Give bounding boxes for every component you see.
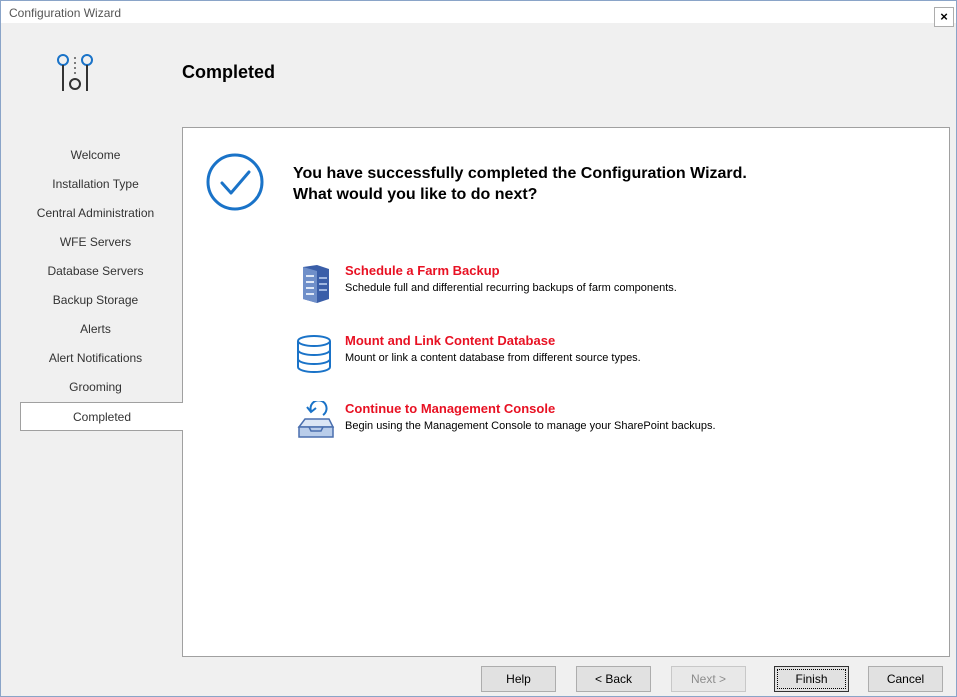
mount-link-database-link[interactable]: Mount and Link Content Database bbox=[345, 333, 555, 348]
nav-item-completed[interactable]: Completed bbox=[20, 402, 183, 431]
nav-item-grooming[interactable]: Grooming bbox=[9, 373, 182, 402]
nav-item-central-administration[interactable]: Central Administration bbox=[9, 199, 182, 228]
wizard-steps-icon bbox=[57, 54, 93, 91]
content-panel: You have successfully completed the Conf… bbox=[182, 127, 950, 657]
completion-heading-line2: What would you like to do next? bbox=[293, 186, 538, 203]
nav-item-backup-storage[interactable]: Backup Storage bbox=[9, 286, 182, 315]
nav-item-alert-notifications[interactable]: Alert Notifications bbox=[9, 344, 182, 373]
console-tray-icon bbox=[297, 401, 335, 438]
wizard-steps-nav: Welcome Installation Type Central Admini… bbox=[9, 141, 183, 431]
schedule-farm-backup-description: Schedule full and differential recurring… bbox=[345, 282, 677, 294]
page-title: Completed bbox=[182, 62, 276, 82]
nav-item-welcome[interactable]: Welcome bbox=[9, 141, 182, 170]
nav-item-database-servers[interactable]: Database Servers bbox=[9, 257, 182, 286]
nav-item-installation-type[interactable]: Installation Type bbox=[9, 170, 182, 199]
next-button[interactable]: Next > bbox=[671, 666, 746, 692]
configuration-wizard-window: Configuration Wizard × Completed Welcome… bbox=[0, 0, 957, 697]
completion-heading: You have successfully completed the Conf… bbox=[293, 163, 747, 205]
mount-link-database-description: Mount or link a content database from di… bbox=[345, 352, 641, 364]
database-icon bbox=[297, 335, 331, 373]
completion-heading-line1: You have successfully completed the Conf… bbox=[293, 165, 747, 182]
continue-management-console-description: Begin using the Management Console to ma… bbox=[345, 420, 716, 432]
nav-item-alerts[interactable]: Alerts bbox=[9, 315, 182, 344]
title-bar: Configuration Wizard bbox=[1, 1, 956, 23]
cancel-button[interactable]: Cancel bbox=[868, 666, 943, 692]
finish-button[interactable]: Finish bbox=[774, 666, 849, 692]
nav-item-wfe-servers[interactable]: WFE Servers bbox=[9, 228, 182, 257]
back-button[interactable]: < Back bbox=[576, 666, 651, 692]
continue-management-console-link[interactable]: Continue to Management Console bbox=[345, 401, 555, 416]
close-button[interactable]: × bbox=[934, 7, 954, 27]
success-check-icon bbox=[206, 153, 264, 211]
window-title: Configuration Wizard bbox=[9, 6, 122, 20]
help-button[interactable]: Help bbox=[481, 666, 556, 692]
schedule-farm-backup-link[interactable]: Schedule a Farm Backup bbox=[345, 263, 500, 278]
server-backup-icon bbox=[303, 265, 329, 303]
